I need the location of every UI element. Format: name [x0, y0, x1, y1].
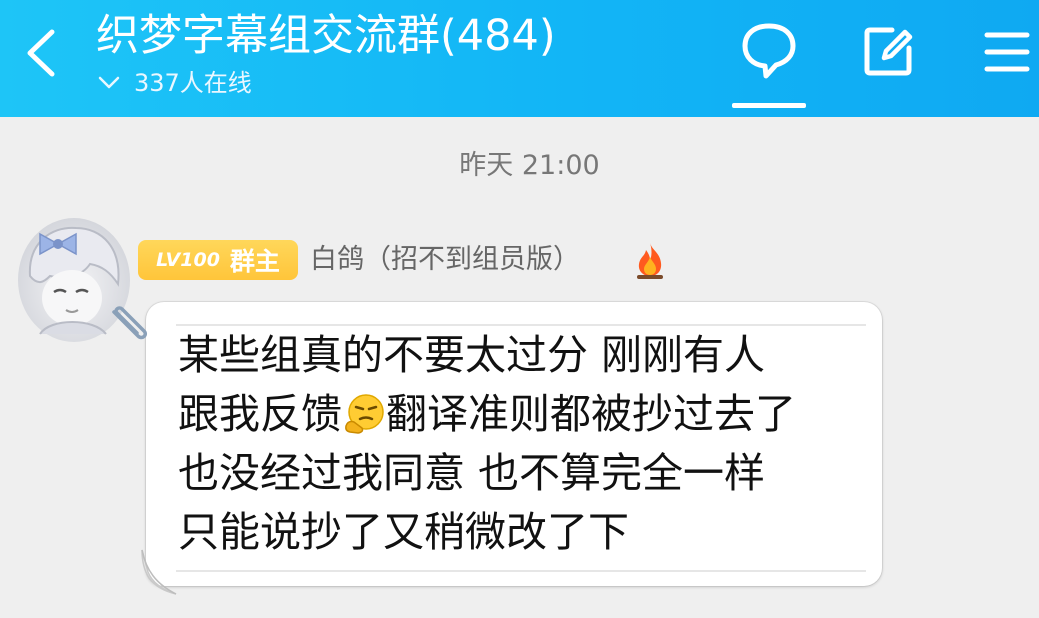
chat-screen: 织梦字幕组交流群(484) 337人在线 昨天 21:00 LV100 群主 白…	[0, 0, 1039, 618]
group-title[interactable]: 织梦字幕组交流群(484)	[96, 6, 556, 66]
message-line: 跟我反馈 翻译准则都被抄过去了	[178, 385, 878, 444]
message-line: 某些组真的不要太过分 刚刚有人	[178, 331, 766, 379]
menu-icon[interactable]	[984, 30, 1030, 74]
online-count: 337人在线	[134, 69, 252, 97]
chevron-left-icon[interactable]	[18, 26, 68, 80]
message-timestamp: 昨天 21:00	[459, 150, 600, 181]
role-label: 群主	[229, 247, 280, 276]
paperclip-icon	[112, 306, 148, 340]
bubble-bottom-line	[176, 570, 866, 572]
online-count-toggle[interactable]: 337人在线	[98, 66, 252, 100]
message-segment: 跟我反馈	[178, 390, 342, 438]
header-bar: 织梦字幕组交流群(484) 337人在线	[0, 0, 1039, 117]
message-text: 某些组真的不要太过分 刚刚有人 跟我反馈 翻译准则都被抄过去了 也没经过我同意 …	[178, 326, 878, 562]
sender-name[interactable]: 白鸽（招不到组员版）	[310, 240, 580, 280]
fire-icon	[637, 243, 663, 279]
message-line: 也没经过我同意 也不算完全一样	[178, 449, 766, 497]
thinking-smirk-emoji-icon	[345, 394, 384, 434]
chat-bubble-icon[interactable]	[740, 20, 798, 80]
page-curl-decoration	[141, 549, 177, 595]
member-level-badge: LV100 群主	[138, 240, 298, 280]
level-label: LV100	[156, 249, 220, 271]
message-segment: 翻译准则都被抄过去了	[386, 390, 796, 438]
message-line: 只能说抄了又稍微改了下	[178, 508, 629, 556]
active-tab-indicator	[732, 103, 806, 108]
edit-note-icon[interactable]	[862, 24, 916, 78]
chevron-down-icon	[98, 76, 120, 89]
